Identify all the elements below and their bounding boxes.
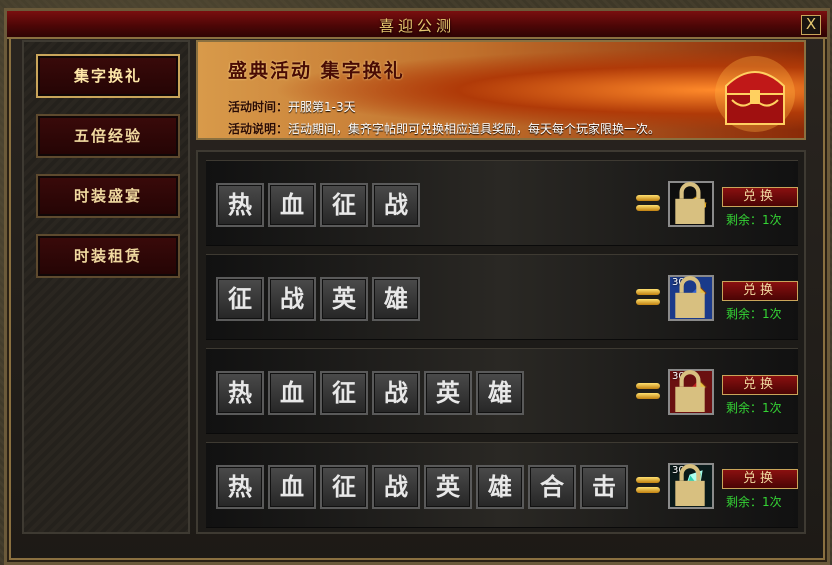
- word-tile: 英: [320, 277, 368, 321]
- word-tile: 血: [268, 371, 316, 415]
- reward-row: 热 血 征 战 英 雄 合 击 30 兑换 剩余：1次: [206, 442, 798, 528]
- sidebar-item-five-times-exp[interactable]: 五倍经验: [36, 114, 180, 158]
- remaining-count: 剩余：1次: [726, 213, 782, 227]
- event-banner: 盛典活动 集字换礼 活动时间：开服第1-3天 活动说明：活动期间，集齐字帖即可兑…: [196, 40, 806, 140]
- reward-item-slot[interactable]: 30: [668, 463, 714, 509]
- banner-title: 盛典活动 集字换礼: [228, 60, 405, 82]
- word-tile: 战: [372, 183, 420, 227]
- word-set: 热 血 征 战 英 雄 合 击: [216, 465, 628, 509]
- word-tile: 雄: [476, 465, 524, 509]
- event-description-value: 活动期间，集齐字帖即可兑换相应道具奖励，每天每个玩家限换一次。: [288, 122, 661, 136]
- exchange-button[interactable]: 兑换: [722, 187, 798, 207]
- exchange-button[interactable]: 兑换: [722, 469, 798, 489]
- event-time: 活动时间：开服第1-3天: [228, 98, 356, 115]
- equals-icon: [636, 383, 660, 403]
- reward-item-slot[interactable]: [668, 181, 714, 227]
- remaining-count: 剩余：1次: [726, 495, 782, 509]
- word-set: 征 战 英 雄: [216, 277, 420, 321]
- sidebar: 集字换礼 五倍经验 时装盛宴 时装租赁: [22, 40, 190, 534]
- remaining-count: 剩余：1次: [726, 307, 782, 321]
- close-button[interactable]: X: [801, 15, 821, 35]
- treasure-chest-icon: [715, 56, 795, 132]
- word-set: 热 血 征 战 英 雄: [216, 371, 524, 415]
- event-description: 活动说明：活动期间，集齐字帖即可兑换相应道具奖励，每天每个玩家限换一次。: [228, 120, 660, 137]
- window-title: 喜迎公测: [378, 17, 455, 35]
- exchange-button[interactable]: 兑换: [722, 375, 798, 395]
- reward-row: 征 战 英 雄 30 兑换 剩余：1次: [206, 254, 798, 340]
- word-tile: 热: [216, 371, 264, 415]
- reward-row: 热 血 征 战 英 雄 30 兑换 剩余：1次: [206, 348, 798, 434]
- word-tile: 雄: [476, 371, 524, 415]
- word-tile: 征: [320, 371, 368, 415]
- reward-panel: 热 血 征 战 兑换 剩余：1次 征 战 英 雄 30 兑换 剩余：1次 热 血…: [196, 150, 806, 534]
- lock-icon: [675, 276, 705, 318]
- lock-icon: [675, 182, 705, 224]
- equals-icon: [636, 289, 660, 309]
- equals-icon: [636, 195, 660, 215]
- event-time-label: 活动时间：: [228, 100, 289, 114]
- word-tile: 征: [216, 277, 264, 321]
- word-set: 热 血 征 战: [216, 183, 420, 227]
- word-tile: 击: [580, 465, 628, 509]
- word-tile: 热: [216, 183, 264, 227]
- event-description-label: 活动说明：: [228, 122, 289, 136]
- word-tile: 合: [528, 465, 576, 509]
- word-tile: 热: [216, 465, 264, 509]
- word-tile: 血: [268, 465, 316, 509]
- word-tile: 英: [424, 465, 472, 509]
- exchange-button[interactable]: 兑换: [722, 281, 798, 301]
- word-tile: 战: [268, 277, 316, 321]
- word-tile: 雄: [372, 277, 420, 321]
- sidebar-item-fashion-feast[interactable]: 时装盛宴: [36, 174, 180, 218]
- word-tile: 战: [372, 371, 420, 415]
- event-time-value: 开服第1-3天: [288, 100, 356, 114]
- word-tile: 征: [320, 465, 368, 509]
- sidebar-item-collect-words[interactable]: 集字换礼: [36, 54, 180, 98]
- word-tile: 血: [268, 183, 316, 227]
- equals-icon: [636, 477, 660, 497]
- lock-icon: [675, 370, 705, 412]
- reward-item-slot[interactable]: 30: [668, 275, 714, 321]
- word-tile: 征: [320, 183, 368, 227]
- title-bar[interactable]: 喜迎公测 X: [7, 11, 827, 39]
- word-tile: 英: [424, 371, 472, 415]
- sidebar-item-fashion-rental[interactable]: 时装租赁: [36, 234, 180, 278]
- word-tile: 战: [372, 465, 420, 509]
- reward-item-slot[interactable]: 30: [668, 369, 714, 415]
- remaining-count: 剩余：1次: [726, 401, 782, 415]
- lock-icon: [675, 464, 705, 506]
- reward-row: 热 血 征 战 兑换 剩余：1次: [206, 160, 798, 246]
